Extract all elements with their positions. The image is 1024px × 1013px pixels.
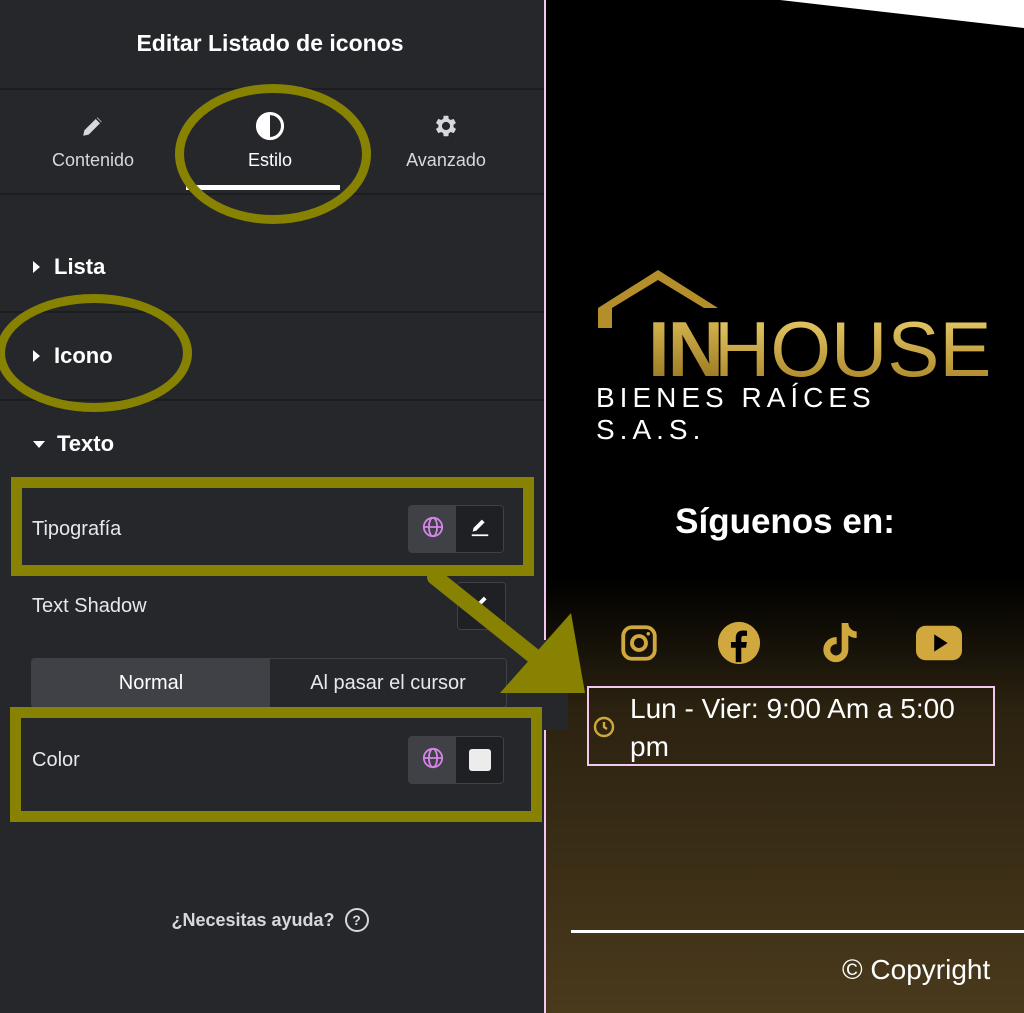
help-icon: ?	[344, 908, 369, 932]
gear-icon	[356, 108, 536, 144]
tab-label: Avanzado	[406, 150, 486, 170]
footer-divider	[571, 930, 1024, 933]
section-texto[interactable]: Texto	[33, 431, 114, 457]
tab-label: Contenido	[51, 150, 135, 170]
section-label: Lista	[54, 254, 106, 279]
caret-right-icon	[33, 261, 40, 273]
annotation-ellipse-icono	[0, 294, 192, 412]
section-label: Texto	[57, 431, 115, 456]
page-preview: IN HOUSE BIENES RAÍCES S.A.S. Síguenos e…	[546, 0, 1024, 1013]
pencil-icon	[3, 108, 183, 144]
annotation-arrow	[427, 569, 585, 693]
tab-normal[interactable]: Normal	[32, 659, 270, 707]
annotation-box-typography	[11, 477, 534, 576]
follow-title: Síguenos en:	[675, 502, 895, 541]
hours-text: Lun - Vier: 9:00 Am a 5:00 pm	[630, 693, 955, 762]
panel-title: Editar Listado de iconos	[136, 30, 404, 56]
logo: IN HOUSE BIENES RAÍCES S.A.S.	[596, 268, 996, 445]
help-label: ¿Necesitas ayuda?	[171, 909, 335, 930]
caret-down-icon	[33, 440, 45, 448]
copyright-text: © Copyright	[842, 954, 991, 985]
youtube-icon[interactable]	[916, 620, 962, 666]
section-lista[interactable]: Lista	[33, 254, 105, 280]
annotation-box-color	[10, 707, 542, 822]
decorative-shape	[780, 0, 1024, 28]
logo-subtitle: BIENES RAÍCES S.A.S.	[596, 382, 876, 445]
tiktok-icon[interactable]	[817, 620, 863, 666]
facebook-icon[interactable]	[716, 620, 762, 666]
instagram-icon[interactable]	[616, 620, 662, 666]
clock-icon	[592, 715, 616, 744]
tab-contenido[interactable]: Contenido	[3, 108, 183, 171]
help-link[interactable]: ¿Necesitas ayuda? ?	[0, 908, 540, 932]
tab-avanzado[interactable]: Avanzado	[356, 108, 536, 171]
annotation-ellipse-estilo	[175, 84, 371, 224]
text-shadow-label: Text Shadow	[32, 595, 147, 617]
